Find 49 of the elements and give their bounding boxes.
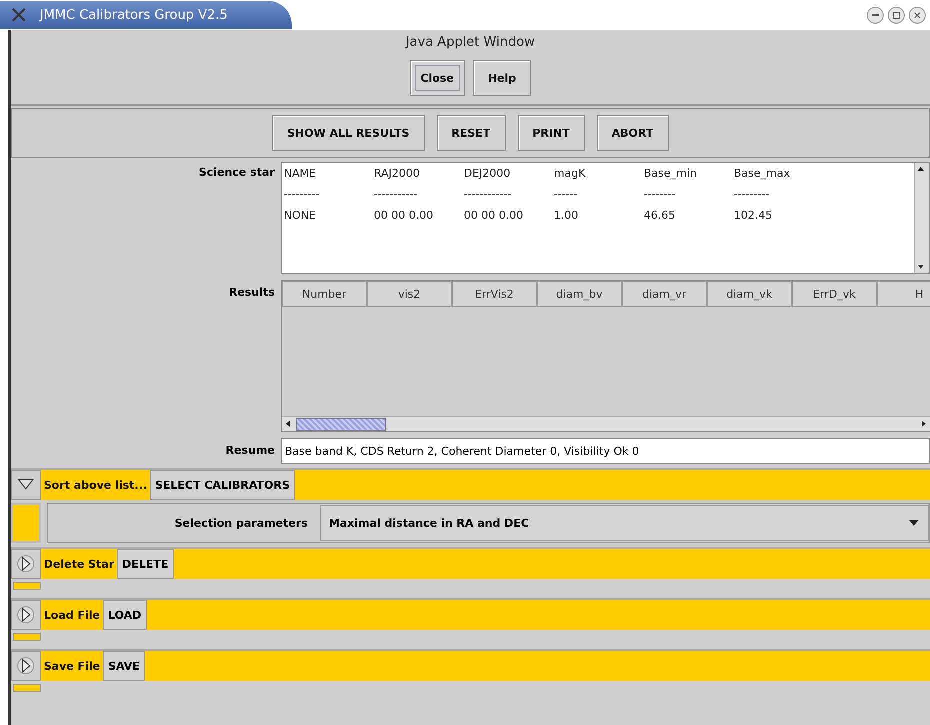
- text-cell-text: Base_min: [644, 167, 698, 180]
- text-cell-text: --------: [644, 188, 677, 201]
- column-header[interactable]: vis2: [367, 281, 452, 307]
- column-header[interactable]: diam_bv: [537, 281, 622, 307]
- column-header[interactable]: Number: [282, 281, 367, 307]
- dialog-button[interactable]: Close: [410, 60, 466, 96]
- text-cell-text: ------------: [464, 188, 513, 201]
- field-label: Science star: [198, 165, 276, 179]
- column-header[interactable]: ErrD_vk: [792, 281, 877, 307]
- column-header[interactable]: diam_vk: [707, 281, 792, 307]
- text-cell-text: 00 00 0.00: [464, 209, 524, 222]
- resume-field[interactable]: Base band K, CDS Return 2, Coherent Diameter 0, Visibility Ok 0: [281, 438, 930, 464]
- field-label: Resume: [224, 443, 276, 457]
- text-cell-text: NAME: [284, 167, 318, 180]
- toolbar-button[interactable]: SHOW ALL RESULTS: [272, 115, 425, 151]
- panel-label: Delete Star: [43, 558, 116, 570]
- field-label: Results: [228, 285, 276, 299]
- action-button[interactable]: SAVE: [103, 651, 146, 681]
- dialog-button[interactable]: Help: [473, 60, 532, 96]
- text-cell-text: -----------: [374, 188, 419, 201]
- field-label: Selection parameters: [174, 516, 309, 530]
- text-cell-text: RAJ2000: [374, 167, 421, 180]
- text-cell-text: Base_max: [734, 167, 792, 180]
- dropdown[interactable]: Maximal distance in RA and DEC: [320, 505, 929, 541]
- panel-label: Sort above list...: [43, 478, 148, 492]
- action-button[interactable]: SELECT CALIBRATORS: [150, 470, 296, 500]
- toolbar-button[interactable]: RESET: [436, 115, 506, 151]
- window-title: JMMC Calibrators Group V2.5: [40, 8, 228, 22]
- toolbar-button[interactable]: PRINT: [518, 115, 585, 151]
- applet-label: Java Applet Window: [404, 34, 536, 52]
- toolbar-button[interactable]: ABORT: [596, 115, 669, 151]
- text-cell-text: ---------: [284, 188, 321, 201]
- text-cell-text: 46.65: [644, 209, 676, 222]
- text-cell-text: 00 00 0.00: [374, 209, 434, 222]
- text-area[interactable]: NAME RAJ2000 DEJ2000 magK Base_min Base_max --------- ----------- ------------ ------ -------- --------- NONE 00 00 0.00 00 00 0.00 1.00 46.65 102.45: [281, 162, 930, 274]
- panel-label: Load File: [43, 608, 102, 622]
- text-cell-text: 102.45: [734, 209, 774, 222]
- text-cell-text: ------: [554, 188, 579, 201]
- text-cell-text: DEJ2000: [464, 167, 512, 180]
- panel-label: Save File: [43, 660, 102, 672]
- column-header[interactable]: H: [877, 281, 930, 307]
- text-cell-text: 1.00: [554, 209, 580, 222]
- action-button[interactable]: LOAD: [103, 600, 147, 630]
- text-cell-text: NONE: [284, 209, 318, 222]
- text-cell-text: ---------: [734, 188, 771, 201]
- text-cell-text: magK: [554, 167, 587, 180]
- column-header[interactable]: diam_vr: [622, 281, 707, 307]
- column-header[interactable]: ErrVis2: [452, 281, 537, 307]
- action-button[interactable]: DELETE: [117, 549, 174, 579]
